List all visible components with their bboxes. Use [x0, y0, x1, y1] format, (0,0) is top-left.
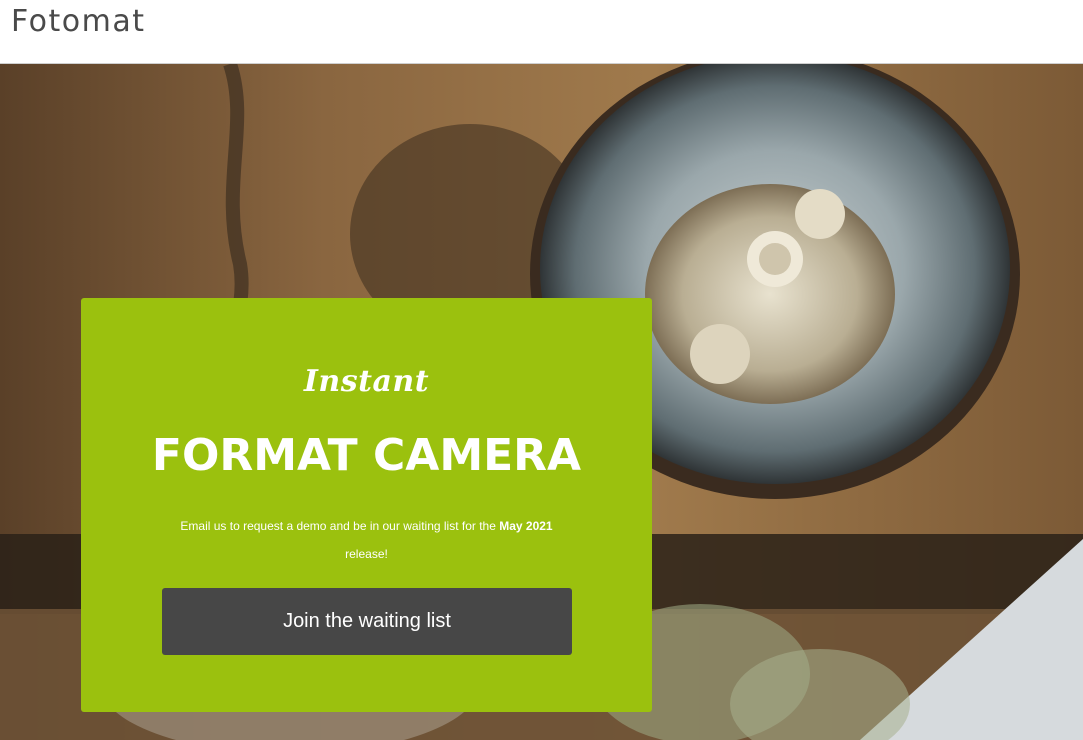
site-header: Fotomat	[0, 0, 1083, 64]
join-waiting-list-button[interactable]: Join the waiting list	[162, 588, 572, 655]
hero-section: Instant FORMAT CAMERA Email us to reques…	[0, 64, 1083, 740]
promo-text-end: release!	[345, 547, 388, 561]
brand-logo-text[interactable]: Fotomat	[11, 4, 146, 39]
release-date: May 2021	[499, 519, 553, 533]
promo-title: FORMAT CAMERA	[151, 430, 582, 481]
promo-description: Email us to request a demo and be in our…	[171, 512, 562, 568]
promo-text-start: Email us to request a demo and be in our…	[180, 519, 500, 533]
promo-card: Instant FORMAT CAMERA Email us to reques…	[81, 298, 652, 712]
promo-eyebrow: Instant	[303, 364, 430, 399]
